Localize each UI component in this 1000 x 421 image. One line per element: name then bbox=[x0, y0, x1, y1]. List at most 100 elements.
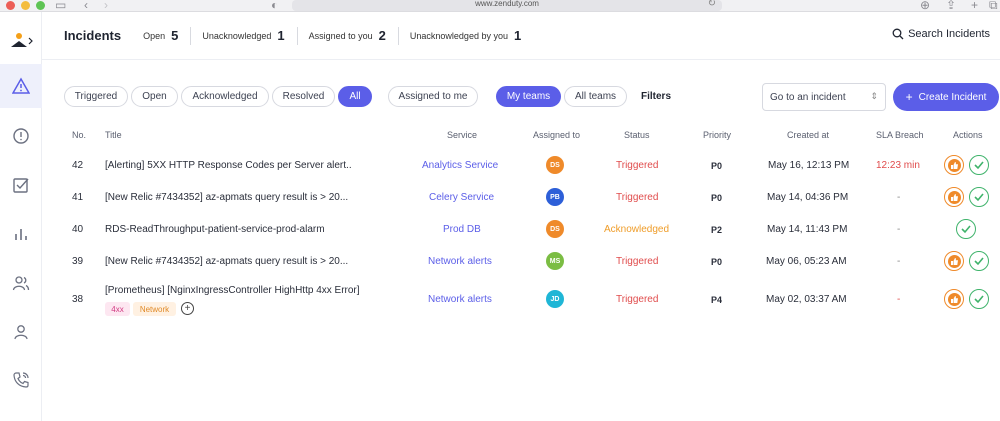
nav-tasks[interactable] bbox=[0, 163, 42, 207]
page-title: Incidents bbox=[64, 28, 122, 43]
incident-number: 41 bbox=[72, 192, 84, 203]
goto-incident-select[interactable]: Go to an incident ⇕ bbox=[762, 83, 886, 111]
col-assigned-to: Assigned to bbox=[533, 130, 581, 140]
checkmark-icon bbox=[974, 295, 984, 304]
thumbs-up-icon bbox=[950, 257, 958, 265]
resolve-button[interactable] bbox=[969, 289, 989, 309]
created-at: May 14, 04:36 PM bbox=[767, 192, 849, 203]
status-badge: Triggered bbox=[616, 192, 659, 203]
avatar[interactable]: DS bbox=[546, 156, 564, 174]
stat-count: 1 bbox=[277, 28, 285, 43]
avatar[interactable]: JD bbox=[546, 290, 564, 308]
nav-on-call[interactable] bbox=[0, 358, 42, 402]
col-created-at: Created at bbox=[787, 130, 830, 140]
nav-teams[interactable] bbox=[0, 261, 42, 305]
col-sla-breach: SLA Breach bbox=[876, 130, 924, 140]
tag-4xx[interactable]: 4xx bbox=[105, 302, 130, 316]
filter-my-teams[interactable]: My teams bbox=[496, 86, 561, 107]
acknowledge-button[interactable] bbox=[944, 187, 964, 207]
stat-unacknowledged-by-you[interactable]: Unacknowledged by you 1 bbox=[410, 27, 521, 45]
priority-badge: P0 bbox=[711, 193, 723, 203]
incidents-header: Incidents Open 5 Unacknowledged 1 Assign… bbox=[42, 12, 1000, 60]
incident-title[interactable]: [Alerting] 5XX HTTP Response Codes per S… bbox=[105, 160, 352, 171]
checkbox-icon bbox=[13, 178, 29, 193]
sla-breach: - bbox=[897, 192, 901, 203]
stat-count: 5 bbox=[171, 28, 179, 43]
minimize-window-button[interactable] bbox=[21, 1, 30, 10]
close-window-button[interactable] bbox=[6, 1, 15, 10]
add-tag-icon[interactable]: + bbox=[181, 302, 194, 315]
status-badge: Acknowledged bbox=[604, 224, 670, 235]
phone-call-icon bbox=[13, 372, 29, 388]
search-incidents-button[interactable]: Search Incidents bbox=[892, 28, 990, 40]
incident-title[interactable]: [New Relic #7434352] az-apmats query res… bbox=[105, 192, 348, 203]
filter-assigned-to-me[interactable]: Assigned to me bbox=[388, 86, 478, 107]
address-bar[interactable]: www.zenduty.com ↻ bbox=[292, 0, 722, 11]
acknowledge-button[interactable] bbox=[944, 251, 964, 271]
left-navigation-rail bbox=[0, 12, 42, 421]
service-link[interactable]: Celery Service bbox=[429, 192, 494, 203]
tab-overview-icon[interactable]: ⧉ bbox=[989, 0, 998, 12]
divider bbox=[397, 26, 399, 45]
col-status: Status bbox=[624, 130, 650, 140]
priority-badge: P0 bbox=[711, 257, 723, 267]
plus-icon: + bbox=[905, 90, 913, 104]
tag-network[interactable]: Network bbox=[133, 302, 176, 316]
thumbs-up-icon bbox=[950, 295, 958, 303]
stat-open[interactable]: Open 5 bbox=[143, 27, 178, 45]
incident-title[interactable]: [New Relic #7434352] az-apmats query res… bbox=[105, 256, 348, 267]
resolve-button[interactable] bbox=[969, 155, 989, 175]
acknowledge-button[interactable] bbox=[944, 155, 964, 175]
service-link[interactable]: Network alerts bbox=[428, 294, 492, 305]
nav-incidents[interactable] bbox=[0, 64, 42, 108]
new-tab-icon[interactable]: + bbox=[971, 0, 978, 12]
download-icon[interactable]: ⊕ bbox=[920, 0, 930, 12]
sla-breach: 12:23 min bbox=[876, 160, 920, 171]
created-at: May 16, 12:13 PM bbox=[768, 160, 850, 171]
resolve-button[interactable] bbox=[969, 187, 989, 207]
forward-arrow-icon[interactable]: › bbox=[104, 0, 108, 12]
nav-alerts[interactable] bbox=[0, 114, 42, 158]
goto-placeholder: Go to an incident bbox=[770, 91, 846, 103]
service-link[interactable]: Network alerts bbox=[428, 256, 492, 267]
maximize-window-button[interactable] bbox=[36, 1, 45, 10]
checkmark-icon bbox=[974, 257, 984, 266]
divider bbox=[190, 26, 192, 45]
back-arrow-icon[interactable]: ‹ bbox=[84, 0, 88, 12]
reload-icon[interactable]: ↻ bbox=[708, 0, 716, 9]
filter-resolved[interactable]: Resolved bbox=[272, 86, 335, 107]
nav-profile[interactable] bbox=[0, 310, 42, 354]
avatar[interactable]: DS bbox=[546, 220, 564, 238]
create-incident-button[interactable]: + Create Incident bbox=[893, 83, 999, 111]
filter-all-teams[interactable]: All teams bbox=[564, 86, 627, 107]
incident-number: 40 bbox=[72, 224, 84, 235]
resolve-button[interactable] bbox=[969, 251, 989, 271]
incident-number: 38 bbox=[72, 294, 84, 305]
acknowledge-button[interactable] bbox=[944, 289, 964, 309]
service-link[interactable]: Analytics Service bbox=[422, 160, 498, 171]
stat-unacknowledged[interactable]: Unacknowledged 1 bbox=[202, 27, 284, 45]
avatar[interactable]: PB bbox=[546, 188, 564, 206]
status-badge: Triggered bbox=[616, 256, 659, 267]
avatar[interactable]: MS bbox=[546, 252, 564, 270]
search-icon bbox=[892, 28, 904, 40]
col-priority: Priority bbox=[703, 130, 732, 140]
shield-icon[interactable]: ◐ bbox=[271, 0, 278, 12]
filter-triggered[interactable]: Triggered bbox=[64, 86, 128, 107]
incident-title[interactable]: RDS-ReadThroughput-patient-service-prod-… bbox=[105, 224, 325, 235]
filters-button[interactable]: Filters bbox=[641, 91, 671, 102]
checkmark-icon bbox=[974, 193, 984, 202]
filter-acknowledged[interactable]: Acknowledged bbox=[181, 86, 269, 107]
sla-breach: - bbox=[897, 256, 901, 267]
service-link[interactable]: Prod DB bbox=[443, 224, 481, 235]
resolve-button[interactable] bbox=[956, 219, 976, 239]
filter-open[interactable]: Open bbox=[131, 86, 178, 107]
share-icon[interactable]: ⇪ bbox=[946, 0, 956, 12]
filter-all[interactable]: All bbox=[338, 86, 372, 107]
zenduty-logo-icon[interactable] bbox=[9, 32, 33, 50]
checkmark-icon bbox=[961, 225, 971, 234]
nav-analytics[interactable] bbox=[0, 212, 42, 256]
sidebar-toggle-icon[interactable]: ▭ bbox=[55, 0, 66, 12]
stat-assigned-to-you[interactable]: Assigned to you 2 bbox=[309, 27, 386, 45]
incident-title[interactable]: [Prometheus] [NginxIngressController Hig… bbox=[105, 285, 360, 296]
